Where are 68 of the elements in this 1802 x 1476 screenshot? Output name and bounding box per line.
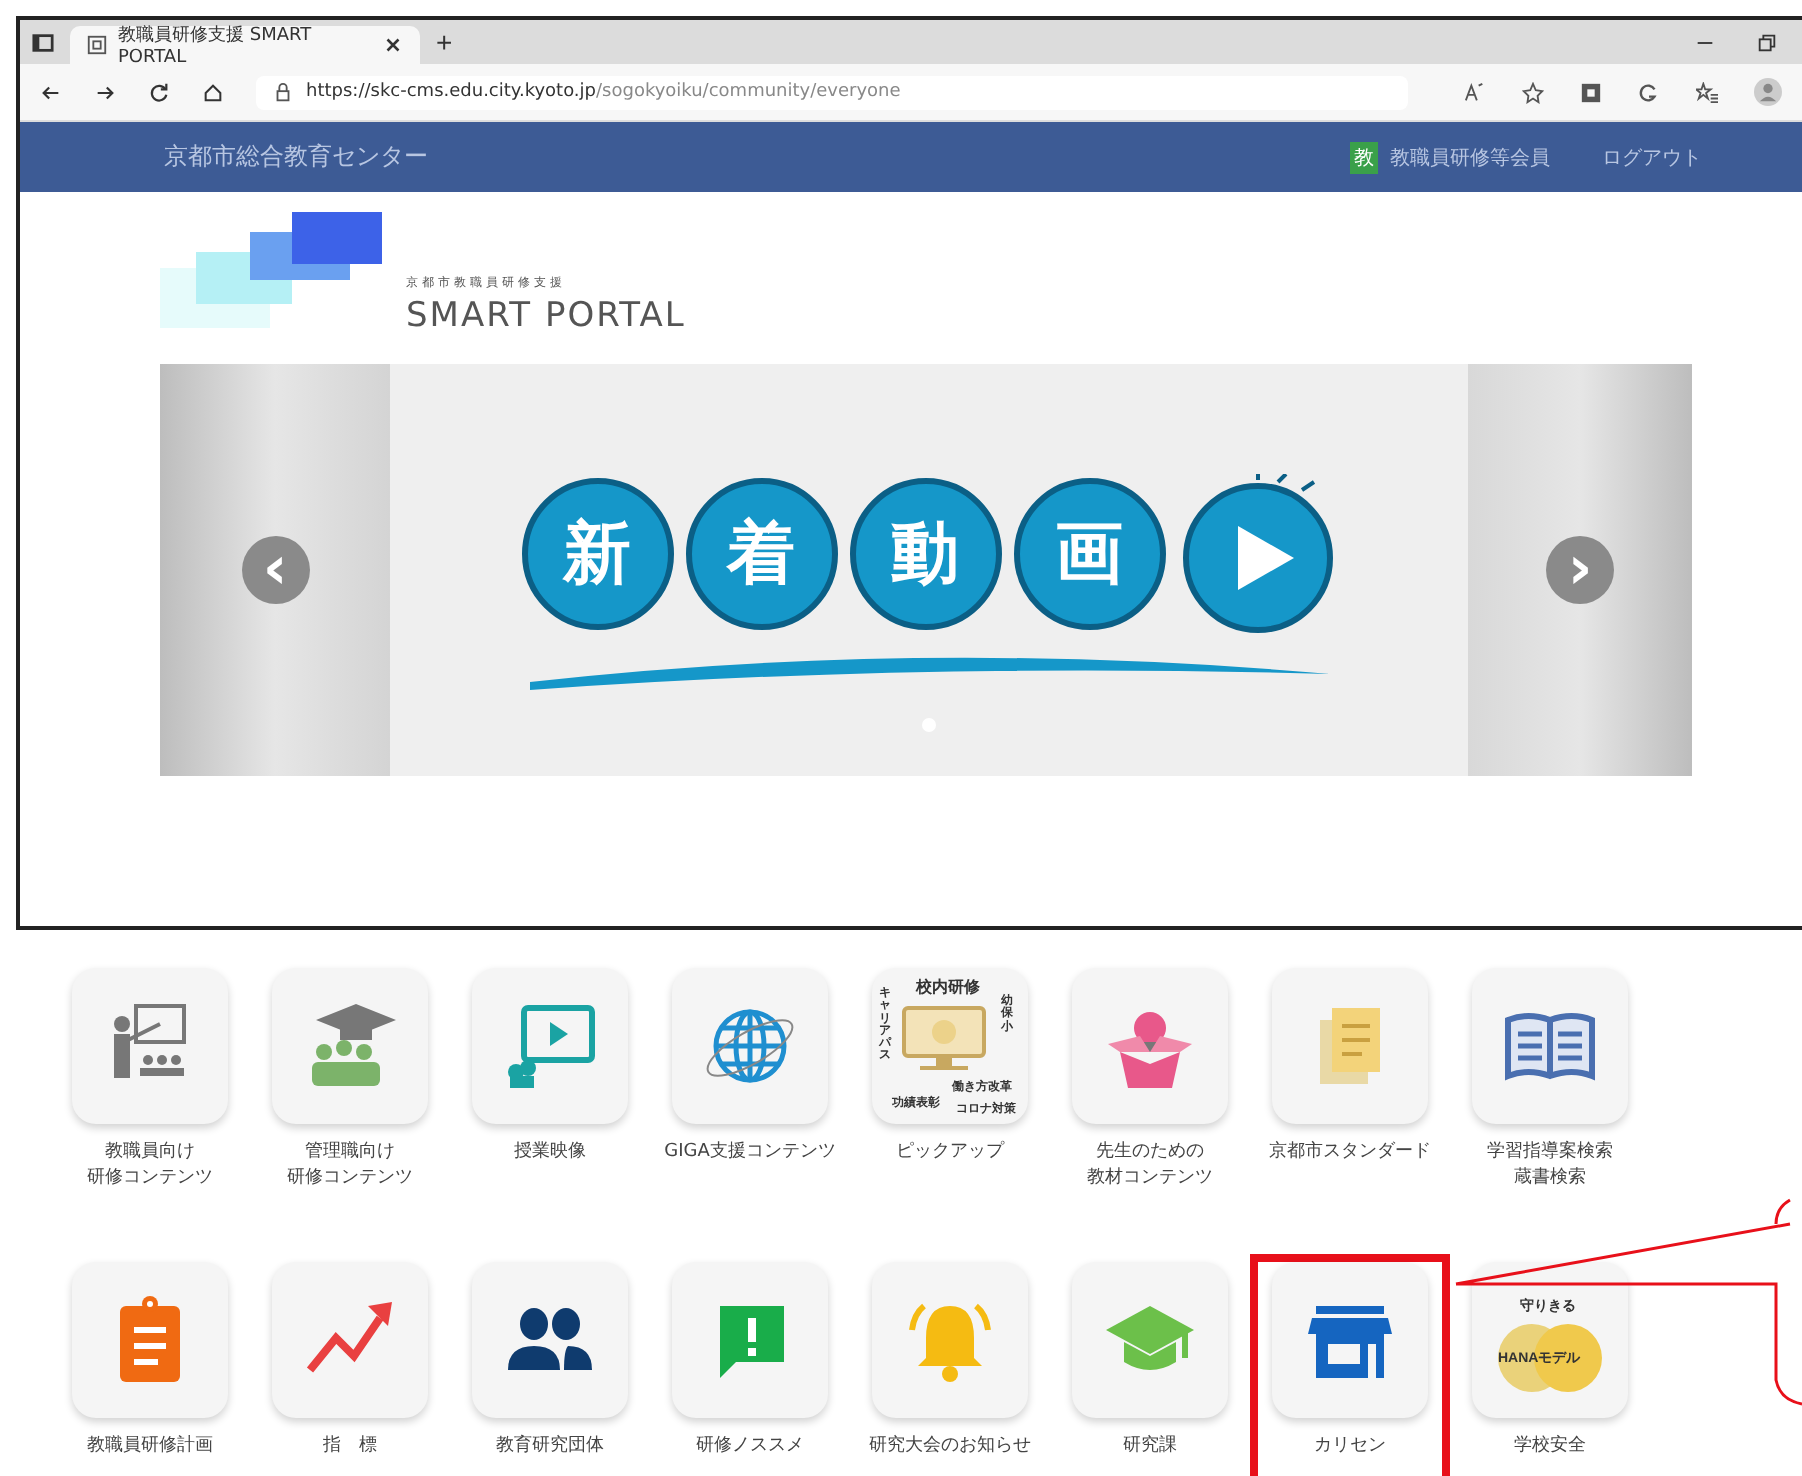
tile-label: 研究大会のお知らせ bbox=[869, 1434, 1031, 1460]
play-icon bbox=[1177, 474, 1337, 634]
app-tile[interactable] bbox=[272, 1262, 428, 1419]
home-icon[interactable] bbox=[202, 81, 224, 103]
monitor-icon bbox=[900, 1004, 992, 1072]
tile-label: GIGA支援コンテンツ bbox=[664, 1140, 836, 1166]
app-tile[interactable] bbox=[1072, 968, 1228, 1124]
app-tile[interactable] bbox=[672, 968, 828, 1124]
address-field[interactable]: https://skc-cms.edu.city.kyoto.jp/sogokyoiku/community/everyone bbox=[256, 75, 1408, 109]
tile-label: 教職員研修計画 bbox=[87, 1434, 213, 1460]
tile-label: 研修コンテンツ bbox=[87, 1165, 213, 1191]
app-tile[interactable] bbox=[1272, 968, 1428, 1124]
icon-caption: 校内研修 bbox=[916, 976, 980, 998]
banner-character: 着 bbox=[685, 478, 837, 630]
tile-label: 学習指導案検索 bbox=[1487, 1140, 1613, 1166]
new-tab-button[interactable]: + bbox=[436, 26, 453, 58]
logout-link[interactable]: ログアウト bbox=[1602, 143, 1702, 171]
app-tile[interactable] bbox=[672, 1262, 828, 1419]
browser-tab[interactable]: 教職員研修支援 SMART PORTAL bbox=[70, 26, 420, 64]
restore-icon[interactable] bbox=[1756, 31, 1778, 53]
tile-label: 研究課 bbox=[1123, 1434, 1177, 1460]
lock-icon bbox=[272, 81, 294, 103]
tile-label: 教職員向け bbox=[105, 1140, 195, 1166]
back-icon[interactable] bbox=[40, 81, 62, 103]
tile-label: 指 標 bbox=[323, 1434, 377, 1460]
member-badge: 教 bbox=[1350, 141, 1378, 173]
tile-label: 京都市スタンダード bbox=[1269, 1140, 1431, 1166]
app-tile[interactable] bbox=[1072, 1262, 1228, 1419]
tile-label: 先生のための bbox=[1096, 1140, 1204, 1166]
extension-icon[interactable] bbox=[1638, 81, 1660, 103]
tile-label: 研修コンテンツ bbox=[287, 1165, 413, 1191]
tile-label: カリセン bbox=[1314, 1434, 1386, 1460]
tile-label: 研修ノススメ bbox=[696, 1434, 804, 1460]
previous-button[interactable]: ‹ bbox=[241, 536, 309, 604]
app-tile[interactable] bbox=[1472, 968, 1628, 1124]
tile-label: 管理職向け bbox=[305, 1140, 395, 1166]
app-tile[interactable] bbox=[72, 1262, 228, 1419]
tab-title: 教職員研修支援 SMART PORTAL bbox=[118, 23, 314, 68]
tile-label: 授業映像 bbox=[514, 1140, 586, 1166]
tile-label: 教育研究団体 bbox=[496, 1434, 604, 1460]
profile-icon[interactable] bbox=[1754, 78, 1782, 106]
page-icon bbox=[86, 34, 108, 56]
site-name[interactable]: 京都市総合教育センター bbox=[164, 140, 428, 174]
favorites-icon[interactable] bbox=[1696, 81, 1718, 103]
tile-label: 学校安全 bbox=[1514, 1434, 1586, 1460]
refresh-icon[interactable] bbox=[148, 81, 170, 103]
banner-character: 動 bbox=[849, 478, 1001, 630]
app-tile[interactable] bbox=[1272, 1262, 1428, 1419]
favorite-add-icon[interactable] bbox=[1522, 81, 1544, 103]
extension-icon[interactable] bbox=[1580, 81, 1602, 103]
tile-label: 蔵書検索 bbox=[1514, 1165, 1586, 1191]
banner-slide[interactable]: 新 着 動 画 bbox=[390, 364, 1468, 776]
tile-label: 教材コンテンツ bbox=[1087, 1165, 1213, 1191]
sidebar-icon[interactable] bbox=[32, 31, 54, 53]
banner-character: 画 bbox=[1013, 478, 1165, 630]
tile-label: ピックアップ bbox=[896, 1140, 1004, 1166]
app-tile[interactable] bbox=[72, 968, 228, 1124]
app-tile[interactable] bbox=[872, 1262, 1028, 1419]
app-tile[interactable] bbox=[472, 968, 628, 1124]
forward-icon[interactable] bbox=[94, 81, 116, 103]
close-icon[interactable] bbox=[382, 34, 404, 56]
app-tile[interactable] bbox=[472, 1262, 628, 1419]
logo-title: SMART PORTAL bbox=[406, 296, 686, 336]
read-aloud-icon[interactable] bbox=[1464, 81, 1486, 103]
member-link[interactable]: 教職員研修等会員 bbox=[1390, 143, 1550, 171]
next-button[interactable]: › bbox=[1546, 536, 1614, 604]
app-tile[interactable] bbox=[272, 968, 428, 1124]
banner-character: 新 bbox=[521, 478, 673, 630]
